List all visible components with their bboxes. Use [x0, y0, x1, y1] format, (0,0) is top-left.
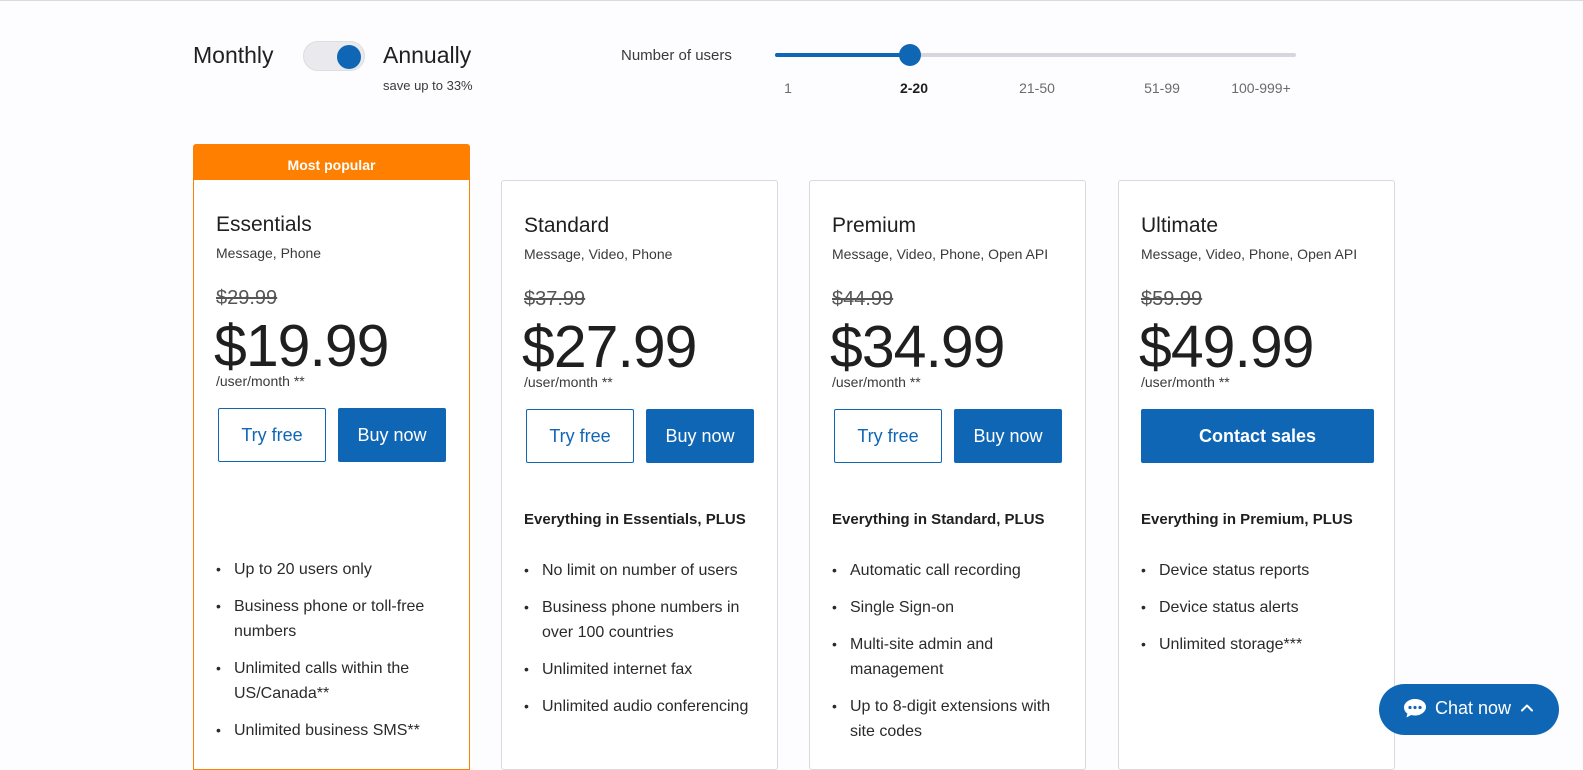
plan-card-standard: Standard Message, Video, Phone $37.99 $2… — [501, 180, 778, 770]
monthly-label[interactable]: Monthly — [193, 42, 274, 69]
users-slider-track[interactable] — [775, 44, 1296, 66]
plan-card-ultimate: Ultimate Message, Video, Phone, Open API… — [1118, 180, 1395, 770]
list-item: Up to 8-digit extensions with site codes — [832, 694, 1077, 744]
price-unit: /user/month ** — [1141, 374, 1230, 390]
plan-card-essentials: Essentials Message, Phone $29.99 $19.99 … — [193, 180, 470, 770]
list-item: Single Sign-on — [832, 595, 1077, 620]
switch-knob — [337, 45, 361, 69]
chat-bubble-icon — [1404, 699, 1426, 718]
list-item: Unlimited storage*** — [1141, 632, 1386, 657]
most-popular-badge: Most popular — [193, 144, 470, 182]
feature-list: No limit on number of users Business pho… — [524, 558, 769, 731]
users-tick-100-999+[interactable]: 100-999+ — [1231, 80, 1291, 96]
list-item: Unlimited audio conferencing — [524, 694, 769, 719]
users-tick-21-50[interactable]: 21-50 — [1019, 80, 1055, 96]
annually-label[interactable]: Annually — [383, 42, 471, 69]
chat-now-label: Chat now — [1435, 698, 1512, 718]
price-unit: /user/month ** — [832, 374, 921, 390]
try-free-button[interactable]: Try free — [834, 409, 942, 463]
old-price: $29.99 — [216, 287, 278, 309]
list-item: Unlimited calls within the US/Canada** — [216, 656, 461, 706]
billing-period-switch[interactable] — [303, 41, 365, 71]
chevron-up-icon — [1521, 704, 1533, 712]
plan-name: Essentials — [216, 213, 312, 236]
users-tick-1[interactable]: 1 — [784, 80, 792, 96]
number-of-users-label: Number of users — [621, 47, 732, 64]
price: $19.99 — [214, 313, 389, 379]
plan-features: Message, Phone — [216, 245, 322, 261]
users-tick-51-99[interactable]: 51-99 — [1144, 80, 1180, 96]
plus-heading: Everything in Premium, PLUS — [1141, 511, 1353, 528]
plan-name: Premium — [832, 214, 917, 237]
users-tick-2-20[interactable]: 2-20 — [900, 80, 928, 96]
old-price: $59.99 — [1141, 288, 1203, 310]
price-unit: /user/month ** — [524, 374, 613, 390]
price-unit: /user/month ** — [216, 373, 305, 389]
plus-heading: Everything in Standard, PLUS — [832, 511, 1045, 528]
plan-features: Message, Video, Phone — [524, 246, 673, 262]
buy-now-button[interactable]: Buy now — [338, 408, 446, 462]
contact-sales-button[interactable]: Contact sales — [1141, 409, 1374, 463]
list-item: Device status alerts — [1141, 595, 1386, 620]
list-item: Unlimited internet fax — [524, 657, 769, 682]
list-item: Business phone or toll-free numbers — [216, 594, 461, 644]
list-item: Business phone numbers in over 100 count… — [524, 595, 769, 645]
save-note: save up to 33% — [383, 78, 473, 93]
feature-list: Device status reports Device status aler… — [1141, 558, 1386, 669]
plan-name: Standard — [524, 214, 610, 237]
chat-now-button[interactable]: Chat now — [1379, 684, 1559, 735]
try-free-button[interactable]: Try free — [218, 408, 326, 462]
plus-heading: Everything in Essentials, PLUS — [524, 511, 746, 528]
buy-now-button[interactable]: Buy now — [646, 409, 754, 463]
list-item: Unlimited business SMS** — [216, 718, 461, 743]
price: $49.99 — [1139, 314, 1314, 380]
buy-now-button[interactable]: Buy now — [954, 409, 1062, 463]
users-slider-thumb[interactable] — [899, 44, 921, 66]
try-free-button[interactable]: Try free — [526, 409, 634, 463]
users-slider-fill — [775, 53, 910, 57]
list-item: Automatic call recording — [832, 558, 1077, 583]
top-divider — [0, 0, 1583, 1]
list-item: Device status reports — [1141, 558, 1386, 583]
price: $34.99 — [830, 314, 1005, 380]
feature-list: Up to 20 users only Business phone or to… — [216, 557, 461, 755]
feature-list: Automatic call recording Single Sign-on … — [832, 558, 1077, 756]
list-item: No limit on number of users — [524, 558, 769, 583]
plan-features: Message, Video, Phone, Open API — [832, 246, 1049, 262]
old-price: $37.99 — [524, 288, 586, 310]
list-item: Up to 20 users only — [216, 557, 461, 582]
list-item: Multi-site admin and management — [832, 632, 1077, 682]
price: $27.99 — [522, 314, 697, 380]
plan-features: Message, Video, Phone, Open API — [1141, 246, 1358, 262]
plan-name: Ultimate — [1141, 214, 1219, 237]
plan-card-premium: Premium Message, Video, Phone, Open API … — [809, 180, 1086, 770]
old-price: $44.99 — [832, 288, 894, 310]
